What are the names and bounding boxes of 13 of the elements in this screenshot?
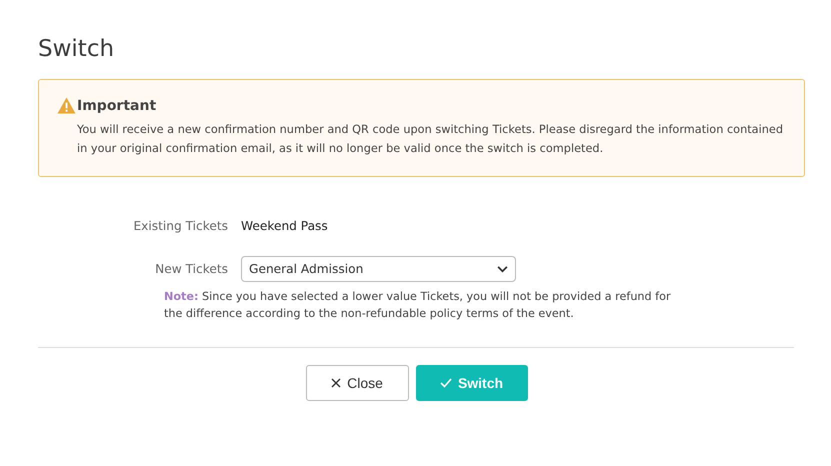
alert-message: You will receive a new confirmation number and QR code upon switching Tickets. Please disregard the information contained in your original confirmation email, as it will no longer be valid once the switch is completed. [77, 122, 784, 157]
ticket-dropdown[interactable]: General Admission [241, 256, 516, 282]
field-label: New Tickets [154, 262, 229, 276]
chevron-down-icon [497, 266, 508, 272]
close-button[interactable]: Close [306, 365, 408, 401]
field-value: Weekend Pass [241, 219, 328, 233]
dialog-title: Switch [38, 36, 116, 62]
warning-icon [57, 97, 76, 114]
check-icon [440, 378, 452, 388]
alert-title: Important [77, 98, 156, 114]
close-icon [331, 378, 342, 388]
field-label: Existing Tickets [132, 219, 229, 233]
note-text: Note: Since you have selected a lower value Tickets, you will not be provided a refund for the difference according to the non-refundable policy terms of the event. [164, 289, 672, 322]
